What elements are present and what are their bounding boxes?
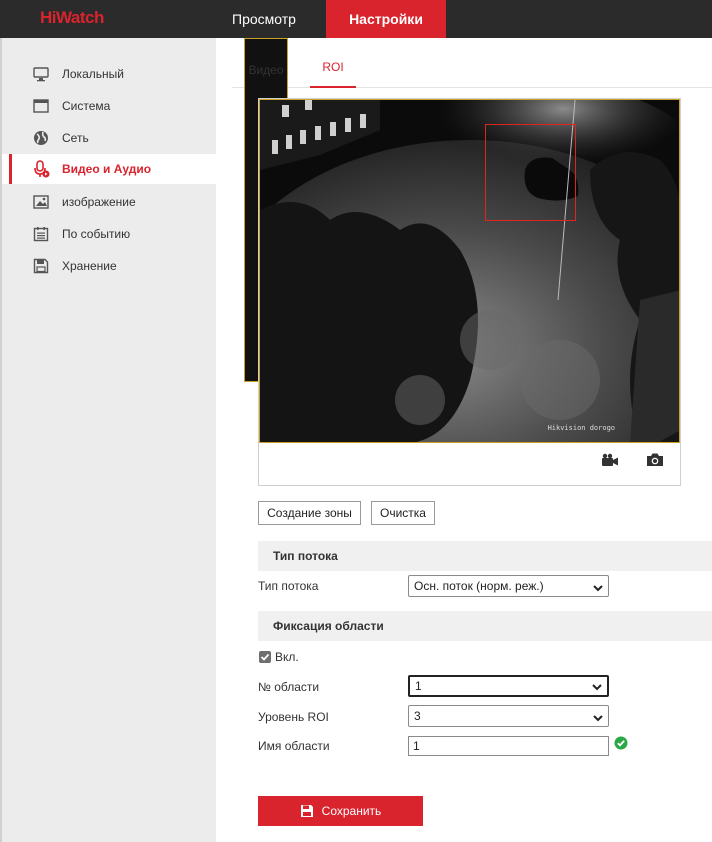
sidebar-item-image[interactable]: изображение [2, 187, 216, 217]
stream-type-select[interactable]: Осн. поток (норм. реж.) [408, 575, 609, 597]
sidebar-item-storage[interactable]: Хранение [2, 251, 216, 281]
sidebar-item-system[interactable]: Система [2, 91, 216, 121]
roi-level-select[interactable]: 3 [408, 705, 609, 727]
sidebar-item-video-audio[interactable]: Видео и Аудио [2, 154, 216, 184]
live-view-panel: Hikvision dorogo [258, 98, 681, 486]
chevron-down-icon [592, 710, 604, 722]
sidebar-item-label: Система [62, 99, 111, 113]
enable-label: Вкл. [275, 650, 299, 664]
stream-type-label: Тип потока [258, 579, 319, 593]
checkmark-icon [260, 653, 270, 661]
sidebar-item-label: Локальный [62, 67, 124, 81]
region-name-label: Имя области [258, 739, 330, 753]
roi-level-value: 3 [414, 709, 421, 723]
sidebar-item-label: Хранение [62, 259, 117, 273]
image-icon [32, 193, 50, 211]
clear-button[interactable]: Очистка [371, 501, 435, 525]
main-panel: Видео ROI Hikvision dorogo Создание зоны… [216, 38, 712, 842]
region-no-select[interactable]: 1 [408, 675, 609, 697]
live-video[interactable]: Hikvision dorogo [259, 99, 680, 443]
globe-icon [32, 129, 50, 147]
stream-section-header: Тип потока [258, 541, 712, 571]
region-no-label: № области [258, 680, 320, 694]
save-button-label: Сохранить [321, 804, 382, 818]
sidebar-item-label: По событию [62, 227, 131, 241]
floppy-icon [300, 804, 314, 818]
enable-checkbox[interactable] [259, 651, 271, 663]
chevron-down-icon [591, 680, 603, 692]
tab-roi[interactable]: ROI [310, 38, 356, 88]
sub-tabs: Видео ROI [232, 38, 712, 382]
sidebar-item-label: изображение [62, 195, 136, 209]
window-icon [32, 97, 50, 115]
region-section-header: Фиксация области [258, 611, 712, 641]
sidebar-item-label: Видео и Аудио [62, 162, 152, 176]
region-name-input[interactable]: 1 [408, 736, 609, 756]
floppy-icon [32, 257, 50, 275]
video-camera-icon [601, 453, 619, 470]
chevron-down-icon [592, 580, 604, 592]
roi-region-box[interactable] [485, 124, 576, 221]
create-zone-button[interactable]: Создание зоны [258, 501, 361, 525]
save-button[interactable]: Сохранить [258, 796, 423, 826]
camera-icon [646, 452, 664, 470]
stream-type-value: Осн. поток (норм. реж.) [414, 579, 544, 593]
snapshot-button[interactable] [643, 451, 667, 471]
monitor-icon [32, 65, 50, 83]
microphone-icon [32, 160, 50, 178]
roi-level-label: Уровень ROI [258, 710, 329, 724]
brand-logo: HiWatch [40, 8, 104, 27]
sidebar-item-local[interactable]: Локальный [2, 59, 216, 89]
top-bar: HiWatch Просмотр Настройки [0, 0, 712, 38]
camera-frame-image [260, 100, 679, 442]
region-no-value: 1 [415, 679, 422, 693]
video-osd-text: Hikvision dorogo [547, 424, 615, 432]
sidebar-item-events[interactable]: По событию [2, 219, 216, 249]
record-button[interactable] [598, 451, 622, 471]
sidebar-item-label: Сеть [62, 131, 89, 145]
sidebar: Локальный Система Сеть Видео и Аудио изо… [0, 38, 216, 842]
nav-tab-settings[interactable]: Настройки [326, 0, 446, 38]
sidebar-item-network[interactable]: Сеть [2, 123, 216, 153]
nav-tab-view[interactable]: Просмотр [212, 0, 316, 38]
valid-check-icon [614, 736, 628, 753]
calendar-icon [32, 225, 50, 243]
